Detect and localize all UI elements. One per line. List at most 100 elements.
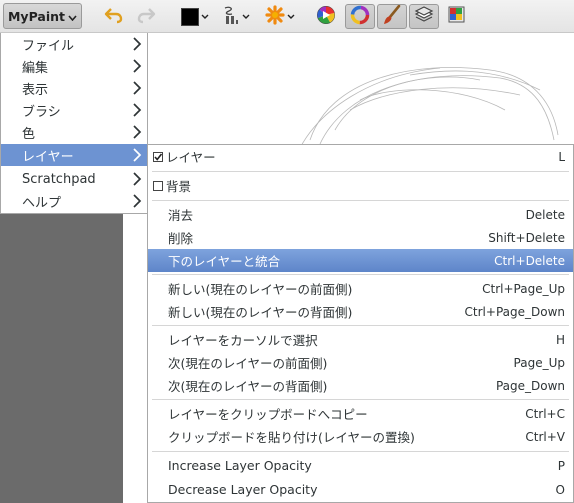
menu-item-help[interactable]: ヘルプ <box>1 190 148 212</box>
menu-item-label: ヘルプ <box>22 195 62 211</box>
menu-item-label: レイヤーをカーソルで選択 <box>168 333 318 348</box>
chevron-right-icon <box>131 102 143 118</box>
menu-item-label: 次(現在のレイヤーの前面側) <box>168 356 328 371</box>
chevron-down-icon <box>201 12 209 22</box>
checkbox-checked[interactable] <box>153 151 163 162</box>
menu-item-label: 削除 <box>168 231 194 246</box>
menu-separator <box>152 200 569 201</box>
brush-size-button[interactable] <box>218 4 254 29</box>
menu-item-label: Scratchpad <box>22 171 96 187</box>
menu-item-label: レイヤー <box>22 149 74 165</box>
menu-separator <box>152 451 569 452</box>
chevron-down-icon <box>242 12 250 22</box>
menu-item-shortcut: Delete <box>525 207 565 222</box>
menu-item-file[interactable]: ファイル <box>1 33 148 55</box>
menu-item-merge-down[interactable]: 下のレイヤーと統合 Ctrl+Delete <box>148 249 573 272</box>
layer-submenu: レイヤー L 背景 消去 Delete 削除 Shift+Delete 下のレイ… <box>147 144 574 503</box>
menu-item-label: 色 <box>22 126 36 142</box>
menu-item-shortcut: Page_Up <box>513 355 565 370</box>
menu-item-label: レイヤー <box>166 150 216 165</box>
color-ring-button[interactable] <box>345 4 375 29</box>
menu-item-toggle-layer[interactable]: レイヤー L <box>148 145 573 168</box>
chevron-right-icon <box>131 193 143 209</box>
symmetry-button[interactable] <box>262 4 298 29</box>
layers-button[interactable] <box>409 4 439 29</box>
menu-item-shortcut: Page_Down <box>495 378 565 393</box>
chevron-right-icon <box>131 58 143 74</box>
menu-item-view[interactable]: 表示 <box>1 77 148 99</box>
brush-icon <box>383 4 401 29</box>
undo-button[interactable] <box>101 4 127 29</box>
menu-item-brush[interactable]: ブラシ <box>1 99 148 121</box>
menu-item-shortcut: L <box>558 149 565 164</box>
menu-item-shortcut: Ctrl+C <box>525 406 565 421</box>
menu-item-label: ブラシ <box>22 104 61 120</box>
app-menu-button[interactable]: MyPaint <box>3 3 82 29</box>
menu-item-next-layer-below[interactable]: 次(現在のレイヤーの背面側) Page_Down <box>148 374 573 397</box>
checkbox-unchecked[interactable] <box>153 180 163 191</box>
menu-item-label: ファイル <box>22 38 75 54</box>
color-swatch <box>181 7 199 26</box>
menu-item-shortcut: Ctrl+Page_Down <box>464 304 565 319</box>
menu-item-label: 新しい(現在のレイヤーの前面側) <box>168 282 353 297</box>
menu-separator <box>152 399 569 400</box>
menu-item-label: 編集 <box>22 60 49 76</box>
chevron-right-icon <box>131 147 143 163</box>
menu-item-shortcut: Ctrl+Page_Up <box>482 281 565 296</box>
menu-item-shortcut: H <box>555 332 565 347</box>
menu-item-label: 表示 <box>22 82 49 98</box>
menu-item-layer[interactable]: レイヤー <box>1 144 148 166</box>
color-picker-button[interactable] <box>177 4 213 29</box>
menu-item-label: Increase Layer Opacity <box>168 458 312 473</box>
app-menu-label: MyPaint <box>7 8 65 24</box>
canvas-sidebar-area <box>0 214 123 503</box>
menu-item-new-layer-above[interactable]: 新しい(現在のレイヤーの前面側) Ctrl+Page_Up <box>148 277 573 300</box>
brush-size-icon <box>222 5 240 29</box>
menu-item-label: 新しい(現在のレイヤーの背面側) <box>168 305 353 320</box>
menu-item-paste-layer[interactable]: クリップボードを貼り付け(レイヤーの置換) Ctrl+V <box>148 425 573 448</box>
menu-item-new-layer-below[interactable]: 新しい(現在のレイヤーの背面側) Ctrl+Page_Down <box>148 300 573 323</box>
menu-item-pick-layer-with-cursor[interactable]: レイヤーをカーソルで選択 H <box>148 328 573 351</box>
symmetry-icon <box>265 4 285 29</box>
menu-separator <box>152 171 569 172</box>
menu-item-decrease-opacity[interactable]: Decrease Layer Opacity O <box>148 478 573 501</box>
color-ring-icon <box>350 5 370 29</box>
menu-item-label: 下のレイヤーと統合 <box>168 254 281 269</box>
menu-item-color[interactable]: 色 <box>1 121 148 143</box>
chevron-right-icon <box>131 80 143 96</box>
canvas-sketch-drawing <box>299 67 559 149</box>
chevron-right-icon <box>131 171 143 187</box>
menu-item-shortcut: Ctrl+V <box>525 429 565 444</box>
menu-item-shortcut: O <box>555 482 565 497</box>
menu-item-label: 背景 <box>166 179 192 194</box>
menu-separator <box>152 274 569 275</box>
scratchpad-button[interactable] <box>443 4 471 29</box>
menu-item-toggle-background[interactable]: 背景 <box>148 174 573 197</box>
chevron-down-icon <box>68 9 77 24</box>
menu-item-label: Decrease Layer Opacity <box>168 482 318 497</box>
color-wheel-button[interactable] <box>312 4 340 29</box>
menu-item-remove-layer[interactable]: 削除 Shift+Delete <box>148 226 573 249</box>
menu-item-label: 次(現在のレイヤーの背面側) <box>168 379 328 394</box>
redo-icon <box>136 6 156 28</box>
menu-item-shortcut: P <box>557 458 565 473</box>
chevron-right-icon <box>131 36 143 52</box>
chevron-right-icon <box>131 124 143 140</box>
menu-item-clear-layer[interactable]: 消去 Delete <box>148 203 573 226</box>
color-wheel-icon <box>316 5 336 29</box>
scratchpad-icon <box>447 5 467 29</box>
menu-item-next-layer-above[interactable]: 次(現在のレイヤーの前面側) Page_Up <box>148 351 573 374</box>
app-menu: ファイル 編集 表示 ブラシ 色 レイヤー Scratchpad ヘルプ <box>0 33 148 214</box>
menu-item-scratchpad[interactable]: Scratchpad <box>1 168 148 190</box>
toolbar: MyPaint <box>0 0 574 33</box>
menu-item-edit[interactable]: 編集 <box>1 55 148 77</box>
menu-item-label: 消去 <box>168 208 194 223</box>
menu-item-shortcut: Shift+Delete <box>488 230 565 245</box>
undo-icon <box>104 6 124 28</box>
brush-button[interactable] <box>377 4 407 29</box>
menu-item-shortcut: Ctrl+Delete <box>494 253 565 268</box>
menu-item-increase-opacity[interactable]: Increase Layer Opacity P <box>148 454 573 477</box>
redo-button[interactable] <box>133 4 159 29</box>
menu-item-copy-layer[interactable]: レイヤーをクリップボードへコピー Ctrl+C <box>148 402 573 425</box>
menu-separator <box>152 325 569 326</box>
